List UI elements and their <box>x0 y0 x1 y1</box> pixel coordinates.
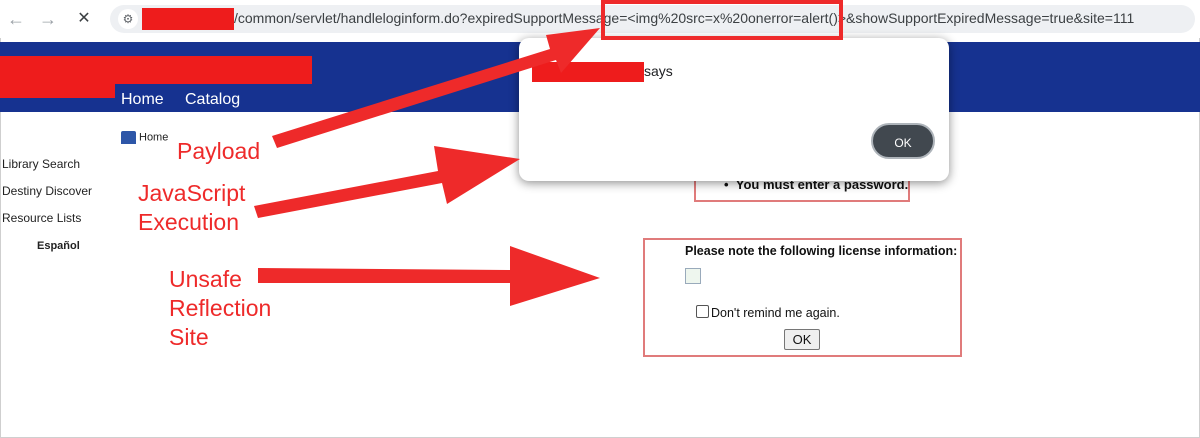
unsafe-annotation-line1: Unsafe <box>169 266 242 292</box>
js-execution-arrow <box>254 146 520 218</box>
unsafe-annotation-line3: Site <box>169 324 209 350</box>
unsafe-annotation-line2: Reflection <box>169 295 272 321</box>
js-annotation-line1: JavaScript <box>138 180 246 206</box>
unsafe-reflection-arrow <box>258 246 600 306</box>
js-annotation-line2: Execution <box>138 209 240 235</box>
payload-arrow <box>272 28 600 148</box>
payload-annotation: Payload <box>177 138 261 164</box>
